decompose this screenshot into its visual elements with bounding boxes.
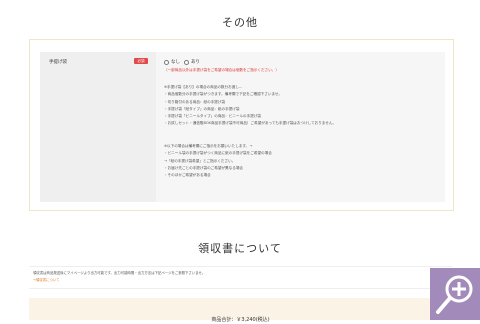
receipt-text: 領収書は商品発送後にマイページより出力可能です。出力可能時間・出力方法は下記ペー… xyxy=(33,271,206,275)
radio-none[interactable] xyxy=(164,59,169,65)
bag-info-list: ※手提げ袋【あり】の場合の商品の数分お渡し… ・商品個数分の手提げ袋がつきます。… xyxy=(164,84,336,128)
list-item: ・手提げ袋「紙タイプ」の商品：紙の手提げ袋 xyxy=(164,106,240,111)
value-cell: なし あり （一部商品以外は手提げ袋をご希望の場合は個数をご指示ください。） ※… xyxy=(156,52,445,202)
total-box: 商品合計：￥3,240(税込) xyxy=(29,298,452,323)
required-badge: 必須 xyxy=(134,58,148,64)
bag-radio-group: なし あり xyxy=(164,58,204,66)
options-panel: 手提げ袋 必須 なし あり （一部商品以外は手提げ袋をご希望の場合は個数をご指示… xyxy=(29,39,454,211)
radio-none-label[interactable]: なし xyxy=(171,59,180,65)
list-item: ・ビニール袋の手提げ袋がつく商品に紙の手提げ袋をご希望の場合 xyxy=(164,151,272,156)
label-cell: 手提げ袋 必須 xyxy=(40,52,156,202)
section-title-other: その他 xyxy=(222,16,258,29)
list-item: →「紙の手提げ袋希望」とご指示ください。 xyxy=(164,158,236,163)
list-item: ・そのほかご希望がある場合 xyxy=(164,173,211,178)
bag-request-list: ※以下の場合は備考欄にご指示をお願いいたします。→ ・ビニール袋の手提げ袋がつく… xyxy=(164,143,272,179)
divider xyxy=(29,266,452,267)
list-item: ・手提げ袋「ビニールタイプ」の商品：ビニールの手提げ袋 xyxy=(164,114,262,119)
divider xyxy=(29,288,452,289)
list-item: ・お試しセット・通信販BOX商品手提げ袋不可商品）ご希望があっても手提げ袋はおつ… xyxy=(164,121,337,126)
shopping-bag-label: 手提げ袋 xyxy=(49,60,67,65)
receipt-link[interactable]: →領収書について xyxy=(33,277,59,282)
shopping-bag-row: 手提げ袋 必須 なし あり （一部商品以外は手提げ袋をご希望の場合は個数をご指示… xyxy=(40,52,445,202)
radio-yes[interactable] xyxy=(184,59,189,65)
bag-notice: （一部商品以外は手提げ袋をご希望の場合は個数をご指示ください。） xyxy=(164,68,279,72)
list-item: ・お届け先ごとの手提げ袋のご希望が異なる場合 xyxy=(164,165,244,170)
list-item: ・切り箱付のある商品：紙の手提げ袋 xyxy=(164,99,226,104)
section-title-receipt: 領収書について xyxy=(198,242,282,255)
zoom-button[interactable] xyxy=(430,268,480,320)
zoom-in-icon xyxy=(436,275,473,314)
list-item: ※手提げ袋【あり】の場合の商品の数分お渡し… xyxy=(164,85,243,89)
radio-yes-label[interactable]: あり xyxy=(191,59,200,65)
list-item: ※以下の場合は備考欄にご指示をお願いいたします。→ xyxy=(164,144,253,148)
list-item: ・商品個数分の手提げ袋がつきます。備考欄で下記をご確認下さいませ。 xyxy=(164,92,283,97)
